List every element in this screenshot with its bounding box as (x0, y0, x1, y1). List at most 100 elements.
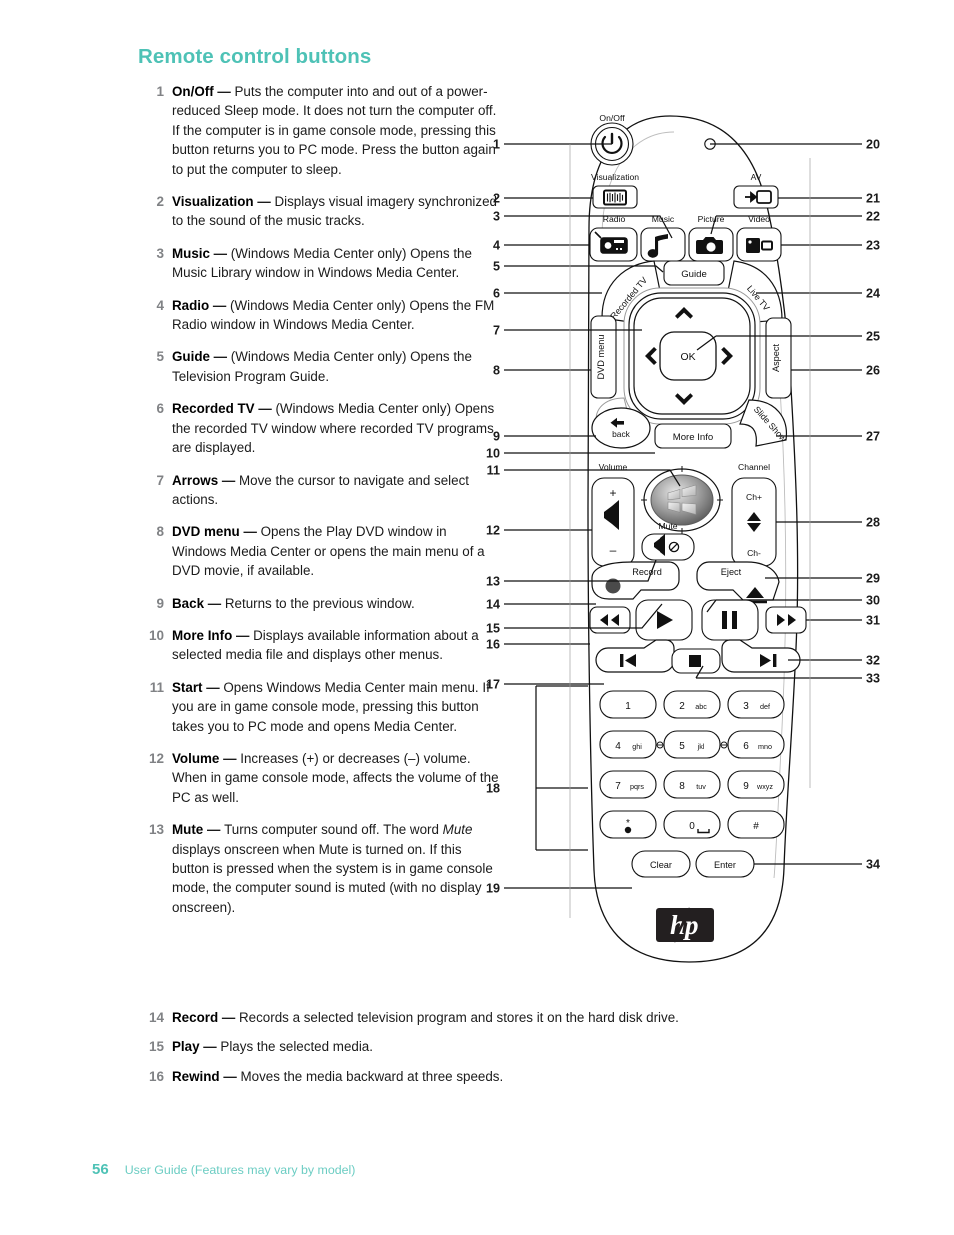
page-number: 56 (92, 1161, 109, 1178)
keypad-digit[interactable]: 3 (743, 701, 749, 712)
page-title: Remote control buttons (138, 45, 372, 68)
callout-number: 15 (486, 622, 500, 636)
callout-number: 14 (486, 598, 500, 612)
list-item: 15 Play — Plays the selected media. (140, 1037, 820, 1056)
list-item-dash: — (203, 822, 225, 838)
keypad-digit[interactable]: 8 (679, 781, 685, 792)
callout-number: 20 (866, 138, 880, 152)
callout-number: 24 (866, 287, 880, 301)
callout-number: 13 (486, 575, 500, 589)
callout-number: 22 (866, 210, 880, 224)
label-record: Record (632, 567, 662, 577)
keypad-letters: def (760, 702, 770, 711)
list-item-body: Visualization — Displays visual imagery … (172, 192, 500, 231)
list-item-number: 5 (156, 349, 164, 365)
list-item-term: Start (172, 679, 203, 695)
list-item: 9 Back — Returns to the previous window. (140, 594, 500, 613)
callout-number: 28 (866, 516, 880, 530)
callout-number: 10 (486, 447, 500, 461)
list-item-dash: — (213, 84, 235, 99)
list-item: 1 On/Off — Puts the computer into and out… (140, 82, 500, 179)
page-footer: 56 User Guide (Features may vary by mode… (92, 1161, 355, 1178)
hp-logo: hp (670, 910, 699, 940)
list-item-dash: — (254, 401, 276, 417)
list-item-term: Rewind (172, 1068, 220, 1084)
label-ch-plus: Ch+ (746, 492, 762, 502)
callout-number: 2 (493, 192, 500, 206)
label-channel: Channel (738, 462, 770, 472)
callout-number: 17 (486, 678, 500, 692)
keypad-digit[interactable]: 5 (679, 741, 685, 752)
keypad-digit[interactable]: 7 (615, 781, 621, 792)
callout-number: 19 (486, 882, 500, 896)
keypad-letters: mno (758, 742, 772, 751)
list-item-body: Back — Returns to the previous window. (172, 594, 500, 613)
list-item-number: 15 (148, 1039, 164, 1055)
list-item-body: Mute — Turns computer sound off. The wor… (172, 820, 500, 917)
list-item-dash: — (209, 297, 231, 313)
callout-number: 27 (866, 430, 880, 444)
footer-text: User Guide (Features may vary by model) (124, 1163, 356, 1177)
keypad-digit[interactable]: 4 (615, 741, 621, 752)
callout-number: 7 (493, 324, 500, 338)
keypad-digit[interactable]: 6 (743, 741, 749, 752)
list-item-number: 6 (156, 401, 164, 417)
callout-number: 29 (866, 572, 880, 586)
list-item: 4 Radio — (Windows Media Center only) Ope… (140, 296, 500, 335)
list-item-dash: — (219, 750, 241, 766)
list-item-body: Start — Opens Windows Media Center main … (172, 678, 500, 736)
list-item-term: Visualization (172, 194, 254, 210)
list-item-number: 8 (156, 524, 164, 540)
keypad-digit[interactable]: * (626, 818, 630, 829)
list-item: 11 Start — Opens Windows Media Center mai… (140, 678, 500, 736)
callout-number: 3 (493, 210, 500, 224)
callout-number: 5 (493, 260, 500, 274)
list-item-dash: — (253, 194, 275, 210)
keypad-digit[interactable]: 9 (743, 781, 749, 792)
button-description-list: 1 On/Off — Puts the computer into and out… (140, 82, 500, 930)
list-item-term: Record (172, 1010, 219, 1025)
list-item-body: Record — Records a selected television p… (172, 1008, 820, 1027)
keypad-letters: pqrs (630, 782, 644, 791)
callout-number: 25 (866, 330, 880, 344)
list-item-dash: — (204, 595, 225, 611)
label-guide: Guide (681, 269, 707, 280)
label-ch-minus: Ch- (747, 548, 761, 558)
keypad-digit[interactable]: 0 (689, 821, 695, 832)
list-item-body: Play — Plays the selected media. (172, 1037, 820, 1056)
list-item-term: More Info (172, 627, 233, 643)
callout-number: 23 (866, 239, 880, 253)
list-item-term: Radio (172, 297, 210, 313)
keypad-digit[interactable]: 2 (679, 701, 685, 712)
list-item-number: 4 (156, 297, 164, 313)
list-item-body: Rewind — Moves the media backward at thr… (172, 1067, 820, 1086)
list-item: 5 Guide — (Windows Media Center only) Ope… (140, 347, 500, 386)
list-item-term: DVD menu (172, 524, 240, 540)
callout-number: 32 (866, 654, 880, 668)
label-volume-plus: + (609, 486, 616, 500)
keypad-letters: ghi (632, 742, 642, 751)
list-item-term: On/Off (172, 84, 214, 99)
list-item-description: Records a selected television program an… (238, 1010, 679, 1025)
callout-number: 18 (486, 782, 500, 796)
callout-number: 34 (866, 858, 880, 872)
list-item-term: Play (172, 1039, 200, 1055)
label-eject: Eject (721, 567, 742, 577)
keypad-digit[interactable]: # (753, 821, 759, 832)
label-aspect: Aspect (771, 344, 781, 373)
list-item-body: Volume — Increases (+) or decreases (–) … (172, 749, 500, 807)
list-item-number: 14 (148, 1010, 164, 1025)
list-item: 10 More Info — Displays available informa… (140, 626, 500, 665)
label-mute: Mute (658, 521, 677, 531)
remote-control-figure: hp On/Off Visualization AV Radio Music P… (484, 88, 884, 998)
list-item: 6 Recorded TV — (Windows Media Center onl… (140, 399, 500, 457)
list-item-body: Recorded TV — (Windows Media Center only… (172, 399, 500, 457)
list-item-number: 1 (156, 84, 164, 99)
callout-number: 6 (493, 287, 500, 301)
list-item-number: 10 (148, 627, 164, 643)
keypad-digit[interactable]: 1 (625, 701, 631, 712)
list-item-dash: — (209, 349, 231, 365)
list-item: 7 Arrows — Move the cursor to navigate an… (140, 471, 500, 510)
callout-number: 12 (486, 524, 500, 538)
list-item: 2 Visualization — Displays visual imagery… (140, 192, 500, 231)
